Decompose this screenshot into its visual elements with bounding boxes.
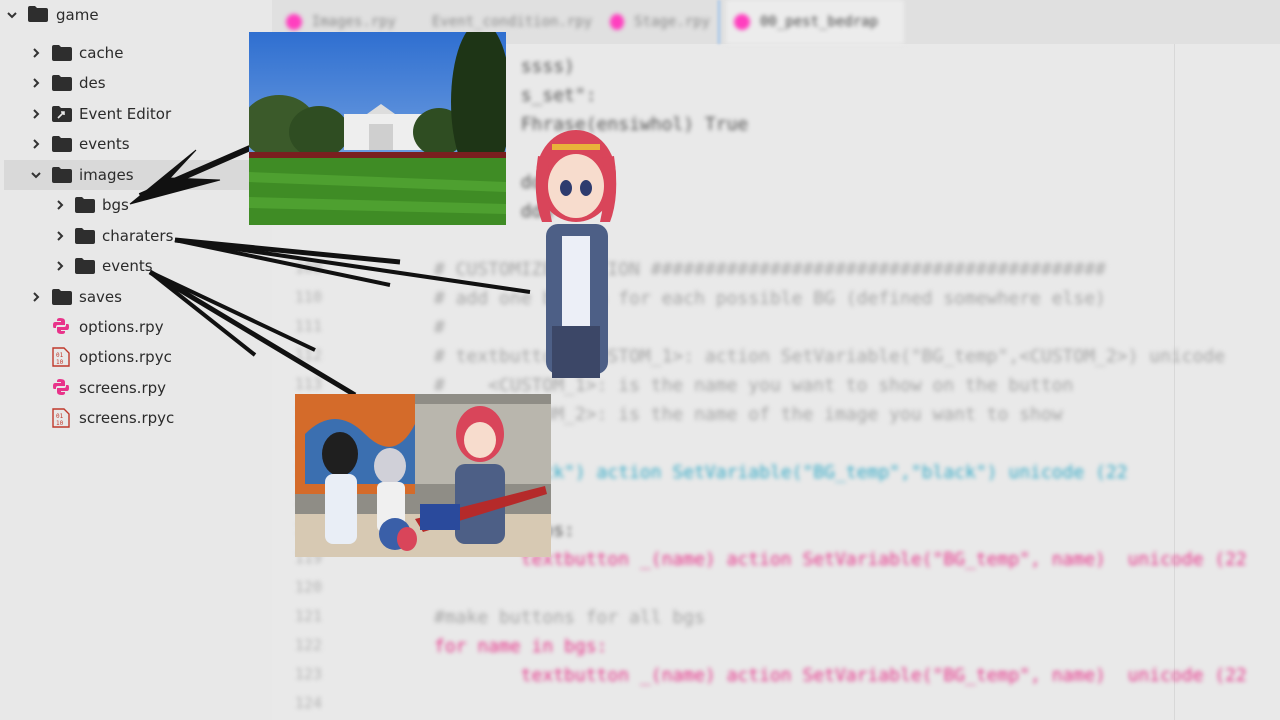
python-file-icon [53,379,69,395]
tree-item-label: des [79,74,106,92]
tab-stage[interactable]: Stage.rpy [610,0,710,44]
line-number: 112 [294,346,322,364]
tree-item-label: saves [79,288,122,306]
folder-icon [75,258,95,274]
folder-icon [52,289,72,305]
tree-item-image-events[interactable]: events [0,251,272,281]
svg-text:10: 10 [56,359,64,366]
folder-icon [52,136,72,152]
chevron-right-icon [57,200,64,210]
folder-icon [52,167,72,183]
tree-item-options-rpyc[interactable]: 01 10 options.rpyc [0,342,272,372]
tree-item-label: events [102,257,153,275]
line-number: 110 [294,288,322,306]
event-preview-image [295,394,551,557]
line-number: 122 [294,636,322,654]
folder-icon [52,75,72,91]
tree-root-game[interactable]: game [0,0,272,30]
svg-text:01: 01 [56,413,64,420]
folder-icon [75,228,95,244]
svg-text:01: 01 [56,352,64,359]
chevron-right-icon [33,78,40,88]
line-number: 113 [294,375,322,393]
python-file-icon [53,318,69,334]
code-line: 110 # add one button for each possible BG… [272,288,1280,317]
tree-item-label: options.rpyc [79,348,172,366]
chevron-right-icon [33,139,40,149]
folder-icon [28,6,48,22]
code-text: textbutton _(name) action SetVariable("B… [434,665,1247,686]
tree-item-label: bgs [102,196,129,214]
tree-item-charaters[interactable]: charaters [0,221,272,251]
file-dot-icon [734,14,750,30]
tree-item-label: Event Editor [79,105,172,123]
chevron-right-icon [33,292,40,302]
tab-active[interactable]: 00_pest_bedrap [726,0,904,44]
tree-item-screens-rpyc[interactable]: 01 10 screens.rpyc [0,403,272,433]
line-number: 124 [294,694,322,712]
file-tree-sidebar: game cache des Event Editor events image… [0,0,272,720]
tree-item-label: screens.rpyc [79,409,175,427]
tree-item-images[interactable]: images [4,160,272,190]
chevron-right-icon [33,109,40,119]
tab-label: Images.rpy [311,14,396,30]
code-line: 123 textbutton _(name) action SetVariabl… [272,665,1280,694]
chevron-down-icon [7,12,17,19]
tree-item-event-editor[interactable]: Event Editor [0,99,272,129]
file-dot-icon [610,14,625,30]
tree-item-des[interactable]: des [0,68,272,98]
tree-item-options-rpy[interactable]: options.rpy [0,312,272,342]
code-line: 121 #make buttons for all bgs [272,607,1280,636]
chevron-down-icon [31,172,41,179]
code-text: textbutton _(name) action SetVariable("B… [434,549,1247,570]
tree-item-label: cache [79,44,124,62]
folder-icon [75,197,95,213]
tab-separator [717,0,721,44]
code-text: #make buttons for all bgs [434,607,705,628]
tree-item-screens-rpy[interactable]: screens.rpy [0,373,272,403]
code-line: 112 # textbutton <CUSTOM_1>: action SetVa… [272,346,1280,375]
folder-icon [52,45,72,61]
tab-label: 00_pest_bedrap [760,14,879,30]
chevron-right-icon [33,48,40,58]
tree-item-cache[interactable]: cache [0,38,272,68]
tree-item-label: charaters [102,227,174,245]
code-text: for name in bgs: [434,636,608,657]
character-sprite-image [535,130,617,378]
tab-label: Stage.rpy [634,14,710,30]
tree-item-events[interactable]: events [0,129,272,159]
binary-file-icon: 0110 [52,347,70,367]
bg-preview-image [249,32,506,225]
tree-item-label: events [79,135,130,153]
tree-root-label: game [56,6,99,24]
code-line: 100 # CUSTOMIZE SECTION #################… [272,259,1280,288]
code-line: 122 for name in bgs: [272,636,1280,665]
tab-label: Event_condition.rpy [432,14,593,30]
code-line: 111 # [272,317,1280,346]
line-number: 123 [294,665,322,683]
folder-link-icon [52,106,72,122]
tree-item-label: options.rpy [79,318,164,336]
line-number: 111 [294,317,322,335]
file-dot-icon [286,14,302,30]
binary-file-icon: 0110 [52,408,70,428]
line-number: 121 [294,607,322,625]
tree-item-label: images [79,166,134,184]
svg-text:10: 10 [56,420,64,427]
chevron-right-icon [57,231,64,241]
line-number: 120 [294,578,322,596]
code-text: # [434,317,445,338]
line-number: 100 [294,259,322,277]
tree-item-label: screens.rpy [79,379,167,397]
tree-item-bgs[interactable]: bgs [0,190,272,220]
tree-item-saves[interactable]: saves [0,282,272,312]
chevron-right-icon [57,261,64,271]
code-line: 124 [272,694,1280,720]
code-line: 120 [272,578,1280,607]
